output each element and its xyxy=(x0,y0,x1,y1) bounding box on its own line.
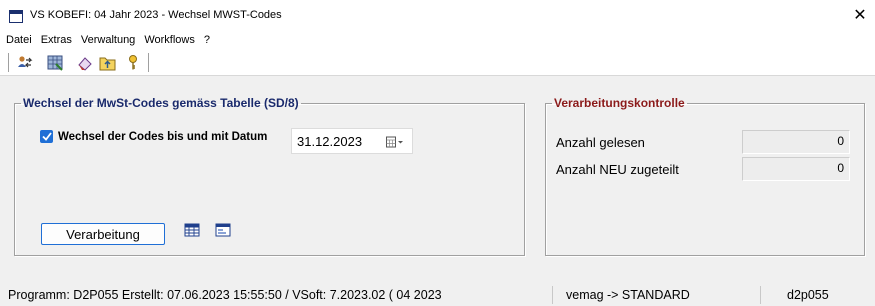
status-program-code: d2p055 xyxy=(787,288,829,302)
menu-help[interactable]: ? xyxy=(204,34,210,46)
window-title: VS KOBEFI: 04 Jahr 2023 - Wechsel MWST-C… xyxy=(30,9,282,21)
status-user: vemag -> STANDARD xyxy=(566,288,690,302)
menu-extras[interactable]: Extras xyxy=(41,34,72,46)
menu-datei[interactable]: Datei xyxy=(6,34,32,46)
processing-control-legend: Verarbeitungskontrolle xyxy=(554,96,685,110)
app-window-icon xyxy=(9,10,23,23)
grid-table-icon[interactable] xyxy=(184,223,200,237)
count-read-label: Anzahl gelesen xyxy=(556,135,645,150)
folder-up-icon[interactable] xyxy=(99,54,117,72)
checkmark-icon xyxy=(41,132,52,141)
verarbeitung-button[interactable]: Verarbeitung xyxy=(41,223,165,245)
date-checkbox[interactable] xyxy=(40,130,53,143)
date-value[interactable]: 31.12.2023 xyxy=(297,134,362,149)
status-divider xyxy=(760,286,761,304)
date-picker[interactable]: 31.12.2023 xyxy=(291,128,413,154)
status-program-info: Programm: D2P055 Erstellt: 07.06.2023 15… xyxy=(8,288,442,302)
status-bar: Programm: D2P055 Erstellt: 07.06.2023 15… xyxy=(0,284,875,306)
count-new-value: 0 xyxy=(742,157,850,181)
toolbar xyxy=(0,50,875,76)
toolbar-separator xyxy=(8,53,10,72)
status-divider xyxy=(552,286,553,304)
mwst-change-legend: Wechsel der MwSt-Codes gemäss Tabelle (S… xyxy=(23,96,299,110)
calendar-dropdown-button[interactable] xyxy=(386,135,404,148)
menu-workflows[interactable]: Workflows xyxy=(144,34,195,46)
calendar-icon xyxy=(386,136,403,147)
people-transfer-icon[interactable] xyxy=(16,54,34,72)
title-bar: VS KOBEFI: 04 Jahr 2023 - Wechsel MWST-C… xyxy=(0,0,875,30)
menu-verwaltung[interactable]: Verwaltung xyxy=(81,34,135,46)
count-read-value: 0 xyxy=(742,130,850,154)
main-content: Wechsel der MwSt-Codes gemäss Tabelle (S… xyxy=(0,77,875,284)
menu-bar: Datei Extras Verwaltung Workflows ? xyxy=(0,30,875,50)
close-button[interactable]: ✕ xyxy=(845,0,875,30)
help-key-icon[interactable] xyxy=(124,54,142,72)
eraser-icon[interactable] xyxy=(76,54,94,72)
form-window-icon[interactable] xyxy=(215,223,231,237)
count-new-label: Anzahl NEU zugeteilt xyxy=(556,162,679,177)
date-checkbox-row[interactable]: Wechsel der Codes bis und mit Datum xyxy=(40,130,267,143)
database-table-icon[interactable] xyxy=(47,54,65,72)
date-checkbox-label: Wechsel der Codes bis und mit Datum xyxy=(58,130,268,143)
toolbar-separator xyxy=(148,53,150,72)
